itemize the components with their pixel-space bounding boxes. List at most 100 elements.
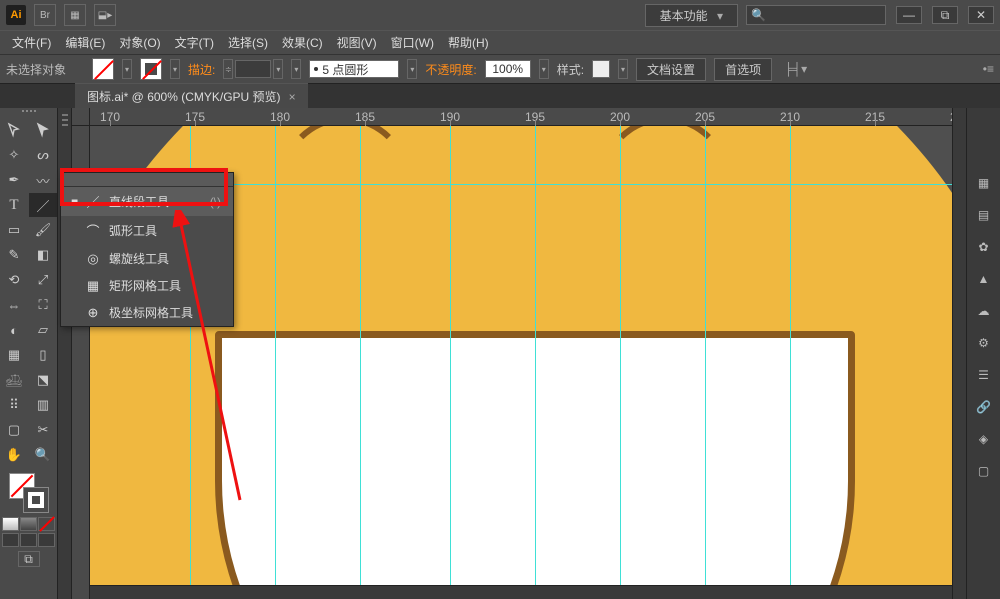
guide-vertical[interactable] — [620, 126, 621, 599]
slice-tool[interactable]: ✂ — [29, 418, 57, 442]
color-mode-gradient[interactable] — [20, 517, 37, 531]
workspace-switcher[interactable]: 基本功能 ▾ — [645, 4, 738, 27]
rectangle-tool[interactable]: ▭ — [0, 218, 28, 242]
color-mode-none[interactable] — [38, 517, 55, 531]
paintbrush-tool[interactable]: 🖌 — [29, 218, 57, 242]
menu-效果[interactable]: 效果(C) — [276, 32, 329, 53]
brush-definition[interactable]: 5 点圆形 — [309, 60, 399, 78]
graphic-style-swatch[interactable] — [592, 60, 610, 78]
eraser-tool[interactable]: ◧ — [29, 243, 57, 267]
draw-inside[interactable] — [38, 533, 55, 547]
direct-selection-tool[interactable] — [29, 118, 57, 142]
flyout-item[interactable]: ■／直线段工具(\) — [61, 187, 233, 216]
opacity-input[interactable]: 100% — [485, 60, 531, 78]
menu-窗口[interactable]: 窗口(W) — [385, 32, 440, 53]
shapes-panel-icon[interactable]: ▲ — [973, 268, 995, 290]
document-tab[interactable]: 图标.ai* @ 600% (CMYK/GPU 预览) × — [75, 83, 308, 109]
guide-vertical[interactable] — [790, 126, 791, 599]
square-panel-icon[interactable]: ▢ — [973, 460, 995, 482]
preferences-button[interactable]: 首选项 — [714, 58, 772, 81]
flyout-item[interactable]: ◎螺旋线工具 — [61, 245, 233, 272]
guide-vertical[interactable] — [535, 126, 536, 599]
rotate-tool[interactable]: ⟲ — [0, 268, 28, 292]
zoom-tool[interactable]: 🔍 — [29, 443, 57, 467]
var-width-profile[interactable]: ▾ — [291, 59, 301, 79]
style-dropdown[interactable]: ▾ — [618, 59, 628, 79]
stroke-dropdown[interactable]: ▾ — [170, 59, 180, 79]
menu-编辑[interactable]: 编辑(E) — [59, 32, 111, 53]
menu-文字[interactable]: 文字(T) — [169, 32, 220, 53]
line-segment-tool[interactable]: ／ — [29, 193, 57, 217]
gpu-icon[interactable]: ⬓▸ — [94, 4, 116, 26]
guide-vertical[interactable] — [275, 126, 276, 599]
eyedropper-tool[interactable]: 𓊝 — [0, 368, 28, 392]
flyout-item[interactable]: ⌒弧形工具 — [61, 216, 233, 245]
stroke-weight-input[interactable] — [235, 60, 271, 78]
brush-def-dropdown[interactable]: ▾ — [407, 59, 417, 79]
arrange-docs-icon[interactable]: ▦ — [64, 4, 86, 26]
scale-tool[interactable]: ⤢ — [29, 268, 57, 292]
guide-vertical[interactable] — [360, 126, 361, 599]
color-mode-color[interactable] — [2, 517, 19, 531]
type-tool[interactable]: T — [0, 193, 28, 217]
flyout-drag-handle[interactable] — [61, 173, 233, 187]
brushes-panel-icon[interactable]: ✿ — [973, 236, 995, 258]
draw-behind[interactable] — [20, 533, 37, 547]
diamond-panel-icon[interactable]: ◈ — [973, 428, 995, 450]
controlbar-menu-icon[interactable]: •≡ — [983, 62, 994, 76]
artboard-tool[interactable]: ▢ — [0, 418, 28, 442]
shaper-tool[interactable]: ✎ — [0, 243, 28, 267]
shape-builder-tool[interactable]: ◐ — [0, 318, 28, 342]
mesh-tool[interactable]: ▦ — [0, 343, 28, 367]
flyout-item[interactable]: ▦矩形网格工具 — [61, 272, 233, 299]
stroke-weight-drop[interactable]: ▾ — [273, 59, 283, 79]
ruler-origin[interactable] — [72, 108, 90, 126]
stroke-color[interactable] — [23, 487, 49, 513]
perspective-grid-tool[interactable]: ▱ — [29, 318, 57, 342]
align-icon[interactable]: ╞╡▾ — [784, 62, 807, 76]
fill-dropdown[interactable]: ▾ — [122, 59, 132, 79]
search-input[interactable]: 🔍 — [746, 5, 886, 25]
width-tool[interactable]: ⇔ — [0, 293, 28, 317]
lasso-tool[interactable]: ᔕ — [29, 143, 57, 167]
maximize-button[interactable]: ⧉ — [932, 6, 958, 24]
stroke-swatch[interactable] — [140, 58, 162, 80]
menu-文件[interactable]: 文件(F) — [6, 32, 57, 53]
blend-tool[interactable]: ⬔ — [29, 368, 57, 392]
fill-stroke-picker[interactable] — [9, 473, 49, 513]
gradient-tool[interactable]: ▯ — [29, 343, 57, 367]
opacity-dropdown[interactable]: ▾ — [539, 59, 549, 79]
selection-tool[interactable] — [0, 118, 28, 142]
vertical-scrollbar[interactable] — [952, 108, 966, 599]
magic-wand-tool[interactable]: ✧ — [0, 143, 28, 167]
menu-选择[interactable]: 选择(S) — [222, 32, 274, 53]
document-setup-button[interactable]: 文档设置 — [636, 58, 706, 81]
hand-tool[interactable]: ✋ — [0, 443, 28, 467]
pen-tool[interactable]: ✒ — [0, 168, 28, 192]
draw-normal[interactable] — [2, 533, 19, 547]
bridge-icon[interactable]: Br — [34, 4, 56, 26]
close-button[interactable]: ✕ — [968, 6, 994, 24]
guide-vertical[interactable] — [705, 126, 706, 599]
cloud-panel-icon[interactable]: ☁ — [973, 300, 995, 322]
links-panel-icon[interactable]: 🔗 — [973, 396, 995, 418]
symbol-sprayer-tool[interactable]: ⠿ — [0, 393, 28, 417]
horizontal-scrollbar[interactable] — [90, 585, 952, 599]
screen-mode-button[interactable]: ⧉ — [18, 551, 40, 567]
grid-panel-icon[interactable]: ▦ — [973, 172, 995, 194]
minimize-button[interactable]: ― — [896, 6, 922, 24]
curvature-tool[interactable]: 〰 — [29, 168, 57, 192]
close-tab-icon[interactable]: × — [289, 90, 296, 104]
column-graph-tool[interactable]: ▥ — [29, 393, 57, 417]
horizontal-ruler[interactable]: 170175180185190195200205210215220 — [90, 108, 952, 126]
fill-swatch[interactable] — [92, 58, 114, 80]
swatches-panel-icon[interactable]: ▤ — [973, 204, 995, 226]
menu-帮助[interactable]: 帮助(H) — [442, 32, 495, 53]
stroke-weight-stepper[interactable]: ≑ — [223, 59, 233, 79]
gear-panel-icon[interactable]: ⚙ — [973, 332, 995, 354]
flyout-item[interactable]: ⊕极坐标网格工具 — [61, 299, 233, 326]
menu-对象[interactable]: 对象(O) — [113, 32, 166, 53]
free-transform-tool[interactable]: ⛶ — [29, 293, 57, 317]
layers-panel-icon[interactable]: ☰ — [973, 364, 995, 386]
menu-视图[interactable]: 视图(V) — [331, 32, 383, 53]
